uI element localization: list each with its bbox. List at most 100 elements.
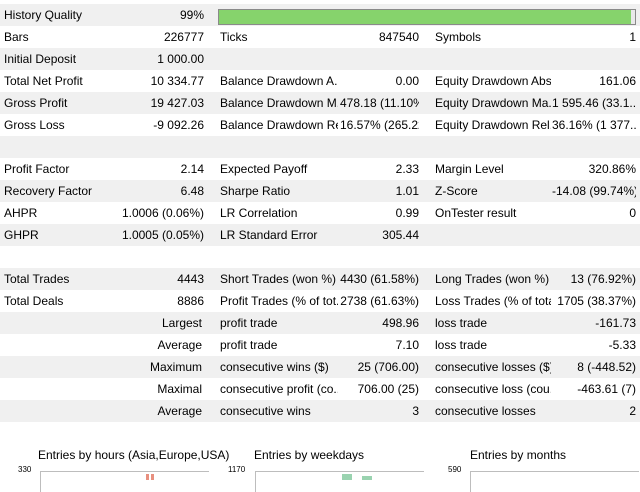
ontester-result-label: OnTester result: [435, 206, 517, 220]
symbols-label: Symbols: [435, 30, 482, 44]
weekday-bar: [362, 476, 372, 480]
lr-standard-error-value: 305.44: [382, 228, 419, 242]
largest-loss-label: loss trade: [435, 316, 488, 330]
average-row: Average profit trade 7.10 loss trade -5.…: [0, 334, 640, 356]
maximal-consecutive-profit-value: 706.00 (25): [357, 382, 419, 396]
net-profit-value: 10 334.77: [150, 74, 204, 88]
net-profit-row: Total Net Profit 10 334.77 Balance Drawd…: [0, 70, 640, 92]
balance-dd-max-value: 478.18 (11.10%): [340, 96, 419, 110]
ahpr-row: AHPR 1.0006 (0.06%) LR Correlation 0.99 …: [0, 202, 640, 224]
average-consecutive-row: Average consecutive wins 3 consecutive l…: [0, 400, 640, 422]
bars-row: Bars 226777 Ticks 847540 Symbols 1: [0, 26, 640, 48]
profit-trades-value: 2738 (61.63%): [340, 294, 419, 308]
total-trades-value: 4443: [177, 272, 204, 286]
long-trades-value: 13 (76.92%): [570, 272, 636, 286]
spacer-row: [0, 136, 640, 158]
ghpr-row: GHPR 1.0005 (0.05%) LR Standard Error 30…: [0, 224, 640, 246]
average-label: Average: [157, 338, 202, 352]
maximal-label: Maximal: [157, 382, 202, 396]
lr-correlation-value: 0.99: [395, 206, 419, 220]
average-consecutive-label: Average: [157, 404, 202, 418]
avg-consecutive-losses-value: 2: [629, 404, 636, 418]
entries-by-weekdays-plot: [255, 471, 424, 492]
short-trades-label: Short Trades (won %): [220, 272, 337, 286]
maximal-consecutive-loss-value: -463.61 (7): [577, 382, 636, 396]
bars-value: 226777: [163, 30, 204, 44]
strategy-tester-report: History Quality 99% Bars 226777 Ticks 84…: [0, 0, 640, 492]
profit-factor-row: Profit Factor 2.14 Expected Payoff 2.33 …: [0, 158, 640, 180]
gross-loss-value: -9 092.26: [153, 118, 204, 132]
largest-loss-value: -161.73: [595, 316, 636, 330]
avg-consecutive-wins-value: 3: [412, 404, 419, 418]
total-deals-row: Total Deals 8886 Profit Trades (% of tot…: [0, 290, 640, 312]
equity-dd-max-value: 1 595.46 (33.1...: [552, 96, 636, 110]
max-consecutive-losses-value: 8 (-448.52): [577, 360, 636, 374]
lr-correlation-label: LR Correlation: [220, 206, 298, 220]
entry-charts-area: Entries by hours (Asia,Europe,USA) 330 E…: [0, 444, 640, 492]
ticks-value: 847540: [378, 30, 419, 44]
history-quality-fill: [219, 10, 631, 24]
entries-by-months-chart: Entries by months 590: [430, 444, 640, 492]
profit-factor-value: 2.14: [180, 162, 204, 176]
loss-trades-label: Loss Trades (% of total): [435, 294, 551, 308]
z-score-value: -14.08 (99.74%): [552, 184, 636, 198]
maximal-row: Maximal consecutive profit (co... 706.00…: [0, 378, 640, 400]
max-consecutive-wins-label: consecutive wins ($): [220, 360, 329, 374]
maximal-consecutive-profit-label: consecutive profit (co...: [220, 382, 338, 396]
entries-by-hours-plot: [40, 471, 209, 492]
entries-by-weekdays-chart: Entries by weekdays 1170: [215, 444, 425, 492]
balance-dd-abs-label: Balance Drawdown A...: [220, 74, 338, 88]
recovery-factor-value: 6.48: [180, 184, 204, 198]
avg-consecutive-losses-label: consecutive losses: [435, 404, 536, 418]
long-trades-label: Long Trades (won %): [435, 272, 550, 286]
entries-by-months-plot: [470, 471, 639, 492]
sharpe-ratio-label: Sharpe Ratio: [220, 184, 291, 198]
equity-dd-rel-label: Equity Drawdown Rel...: [435, 118, 551, 132]
recovery-factor-row: Recovery Factor 6.48 Sharpe Ratio 1.01 Z…: [0, 180, 640, 202]
gross-loss-row: Gross Loss -9 092.26 Balance Drawdown Re…: [0, 114, 640, 136]
ahpr-value: 1.0006 (0.06%): [121, 206, 204, 220]
entries-by-hours-chart: Entries by hours (Asia,Europe,USA) 330: [0, 444, 229, 492]
short-trades-value: 4430 (61.58%): [340, 272, 419, 286]
equity-dd-abs-label: Equity Drawdown Abs...: [435, 74, 551, 88]
average-loss-label: loss trade: [435, 338, 488, 352]
largest-profit-label: profit trade: [220, 316, 278, 330]
equity-dd-abs-value: 161.06: [599, 74, 636, 88]
max-consecutive-losses-label: consecutive losses ($): [435, 360, 551, 374]
gross-profit-row: Gross Profit 19 427.03 Balance Drawdown …: [0, 92, 640, 114]
expected-payoff-label: Expected Payoff: [220, 162, 308, 176]
entries-by-weekdays-title: Entries by weekdays: [254, 448, 365, 462]
maximum-label: Maximum: [149, 360, 202, 374]
largest-label: Largest: [161, 316, 202, 330]
history-quality-row: History Quality 99%: [0, 4, 640, 26]
entries-by-months-title: Entries by months: [470, 448, 567, 462]
equity-dd-max-label: Equity Drawdown Ma...: [435, 96, 551, 110]
total-trades-row: Total Trades 4443 Short Trades (won %) 4…: [0, 268, 640, 290]
maximum-row: Maximum consecutive wins ($) 25 (706.00)…: [0, 356, 640, 378]
equity-dd-rel-value: 36.16% (1 377....: [552, 118, 636, 132]
symbols-value: 1: [629, 30, 636, 44]
initial-deposit-value: 1 000.00: [157, 52, 204, 66]
balance-dd-rel-value: 16.57% (265.22): [340, 118, 419, 132]
max-consecutive-wins-value: 25 (706.00): [357, 360, 419, 374]
maximal-consecutive-loss-label: consecutive loss (cou...: [435, 382, 551, 396]
z-score-label: Z-Score: [435, 184, 478, 198]
sharpe-ratio-value: 1.01: [395, 184, 419, 198]
balance-dd-rel-label: Balance Drawdown Re...: [220, 118, 338, 132]
average-profit-value: 7.10: [395, 338, 419, 352]
ontester-result-value: 0: [629, 206, 636, 220]
history-quality-value: 99%: [179, 8, 204, 22]
gross-profit-value: 19 427.03: [150, 96, 204, 110]
ghpr-value: 1.0005 (0.05%): [121, 228, 204, 242]
hour-bar: [151, 474, 154, 480]
ticks-label: Ticks: [220, 30, 248, 44]
hour-bar: [146, 474, 149, 480]
margin-level-value: 320.86%: [588, 162, 636, 176]
total-deals-value: 8886: [177, 294, 204, 308]
profit-trades-label: Profit Trades (% of tot...: [220, 294, 338, 308]
entries-by-hours-ymax: 330: [18, 465, 32, 474]
largest-row: Largest profit trade 498.96 loss trade -…: [0, 312, 640, 334]
average-loss-value: -5.33: [608, 338, 636, 352]
initial-deposit-row: Initial Deposit 1 000.00: [0, 48, 640, 70]
balance-dd-max-label: Balance Drawdown M...: [220, 96, 338, 110]
